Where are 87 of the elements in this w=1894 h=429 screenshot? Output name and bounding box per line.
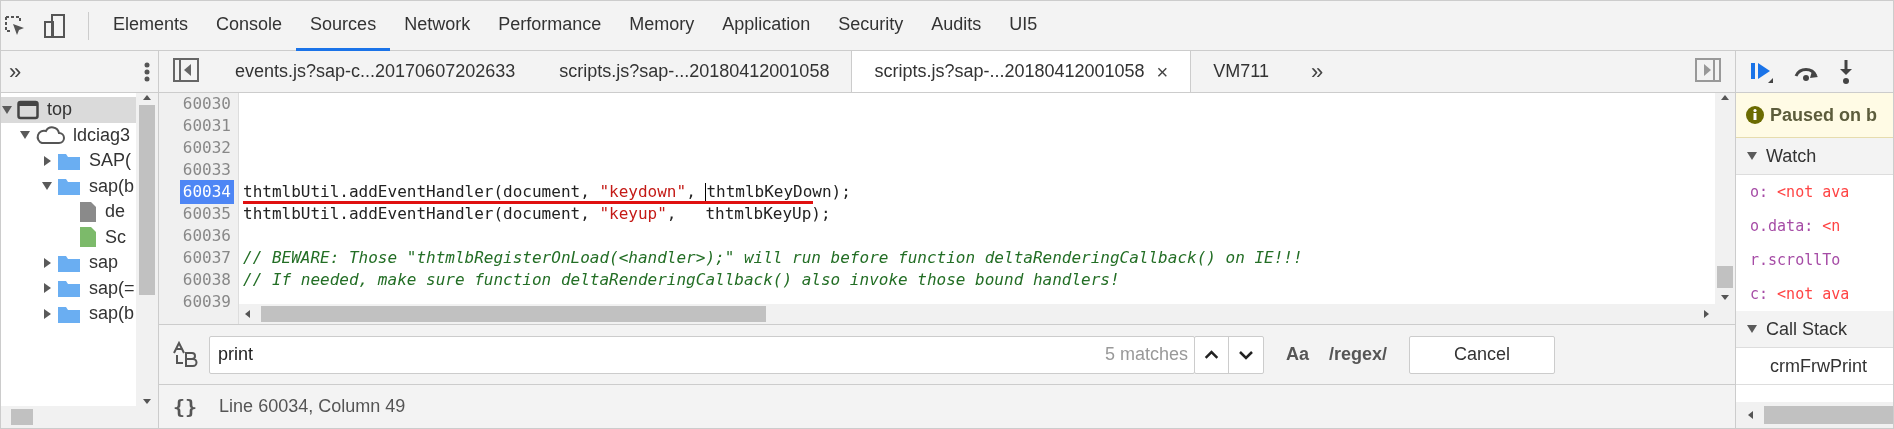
- code-text: thtmlbKeyDown);: [706, 181, 851, 203]
- replace-toggle-icon[interactable]: [171, 340, 199, 369]
- tree-item[interactable]: sap(b: [1, 173, 136, 199]
- code-text: , thtmlbKeyUp);: [666, 203, 831, 225]
- paused-banner: Paused on b: [1736, 93, 1893, 138]
- vertical-scrollbar[interactable]: [1715, 93, 1735, 324]
- tree-item[interactable]: de: [1, 199, 136, 225]
- script-file-icon: [79, 226, 97, 249]
- scroll-up-icon[interactable]: [1720, 93, 1730, 103]
- panel-tab[interactable]: Console: [202, 1, 297, 51]
- horizontal-scrollbar[interactable]: [239, 304, 1715, 324]
- horizontal-scrollbar[interactable]: [1, 406, 158, 428]
- file-tab[interactable]: scripts.js?sap-...20180412001058 ×: [851, 50, 1192, 92]
- info-icon: [1746, 106, 1764, 124]
- horizontal-scrollbar[interactable]: [1736, 402, 1893, 428]
- inspect-element-icon[interactable]: [4, 14, 26, 37]
- tree-item[interactable]: sap: [1, 250, 136, 276]
- cloud-icon: [35, 125, 65, 146]
- tree-item[interactable]: sap(=: [1, 275, 136, 301]
- code-text: ,: [686, 181, 697, 203]
- more-tabs-button[interactable]: »: [1311, 50, 1324, 92]
- panel-tab[interactable]: Memory: [615, 1, 709, 51]
- tree-item[interactable]: sap(b: [1, 301, 136, 327]
- file-tab[interactable]: scripts.js?sap-...20180412001058: [537, 50, 852, 92]
- tree-item-label: sap(b: [88, 174, 135, 198]
- scroll-left-icon[interactable]: [243, 309, 253, 319]
- panel-tab[interactable]: Audits: [917, 1, 996, 51]
- code-text: thtmlbUtil.addEventHandler(document,: [243, 203, 591, 225]
- pretty-print-button[interactable]: {}: [173, 391, 198, 422]
- section-header[interactable]: Watch: [1736, 138, 1893, 175]
- collapsed-arrow-icon[interactable]: [41, 307, 53, 320]
- tree-item-label: sap(=: [88, 276, 135, 300]
- folder-icon: [57, 278, 81, 299]
- tree-item[interactable]: top: [1, 97, 136, 123]
- panel-tab[interactable]: Security: [824, 1, 918, 51]
- device-toolbar-icon[interactable]: [42, 12, 68, 39]
- frame-icon: [17, 99, 39, 120]
- step-into-icon[interactable]: [1838, 58, 1854, 85]
- cancel-button[interactable]: Cancel: [1409, 335, 1556, 374]
- section-header[interactable]: Call Stack: [1736, 311, 1893, 348]
- code-text: thtmlbUtil.addEventHandler(document,: [243, 181, 591, 203]
- string-literal: "keyup": [599, 203, 667, 225]
- scroll-down-icon[interactable]: [1720, 292, 1730, 302]
- string-literal: "keydown": [599, 181, 687, 203]
- regex-toggle[interactable]: /regex/: [1329, 341, 1388, 368]
- panel-tab[interactable]: Application: [708, 1, 825, 51]
- toggle-navigator-icon[interactable]: [173, 58, 199, 82]
- collapsed-arrow-icon[interactable]: [41, 256, 53, 269]
- tree-item[interactable]: Sc: [1, 224, 136, 250]
- search-field[interactable]: print 5 matches: [209, 335, 1195, 374]
- folder-icon: [57, 176, 81, 197]
- more-panes-button[interactable]: »: [9, 55, 22, 88]
- tree-item[interactable]: SAP(: [1, 148, 136, 174]
- match-case-toggle[interactable]: Aa: [1286, 341, 1309, 368]
- match-count: 5 matches: [1104, 343, 1189, 366]
- collapsed-arrow-icon[interactable]: [41, 154, 53, 167]
- expanded-arrow-icon[interactable]: [1, 103, 13, 116]
- file-tab[interactable]: VM711: [1191, 50, 1291, 92]
- panel-tab[interactable]: Elements: [99, 1, 203, 51]
- scroll-left-icon[interactable]: [1746, 410, 1756, 420]
- panel-tab[interactable]: Sources: [296, 1, 391, 51]
- scrollbar-thumb[interactable]: [1717, 266, 1733, 288]
- cursor-position: Line 60034, Column 49: [219, 395, 406, 418]
- text-cursor: [705, 183, 707, 201]
- more-options-icon[interactable]: [144, 60, 150, 83]
- tree-item-label: ldciag3: [72, 123, 131, 147]
- tree-item-label: SAP(: [88, 149, 131, 173]
- disclosure-arrow-icon[interactable]: [1746, 323, 1758, 335]
- collapsed-arrow-icon[interactable]: [41, 282, 53, 295]
- panel-tab[interactable]: UI5: [995, 1, 1052, 51]
- file-tab[interactable]: events.js?sap-c...20170607202633: [213, 50, 538, 92]
- code-comment: // If needed, make sure function deltaRenderingCallback() also invoke those bound handlers!: [243, 269, 1120, 291]
- panel-tab[interactable]: Performance: [484, 1, 616, 51]
- tree-item-label: de: [104, 200, 126, 224]
- panel-tab[interactable]: Network: [390, 1, 485, 51]
- toggle-debugger-icon[interactable]: [1695, 58, 1721, 82]
- close-tab-button[interactable]: ×: [1156, 56, 1169, 87]
- code-comment: // BEWARE: Those "thtmlbRegisterOnLoad(<handler>);" will run before function deltaRenderingCallback() on IE!!!: [243, 247, 1303, 269]
- tree-item-label: sap(b: [88, 302, 135, 326]
- tree-item[interactable]: ldciag3: [1, 122, 136, 148]
- disclosure-arrow-icon[interactable]: [1746, 150, 1758, 162]
- tree-item-label: Sc: [104, 225, 126, 249]
- scroll-right-icon[interactable]: [1701, 309, 1711, 319]
- vertical-scrollbar[interactable]: [136, 93, 158, 406]
- file-icon: [79, 200, 97, 223]
- tree-item-label: top: [46, 98, 73, 122]
- tree-item-label: sap: [88, 251, 119, 275]
